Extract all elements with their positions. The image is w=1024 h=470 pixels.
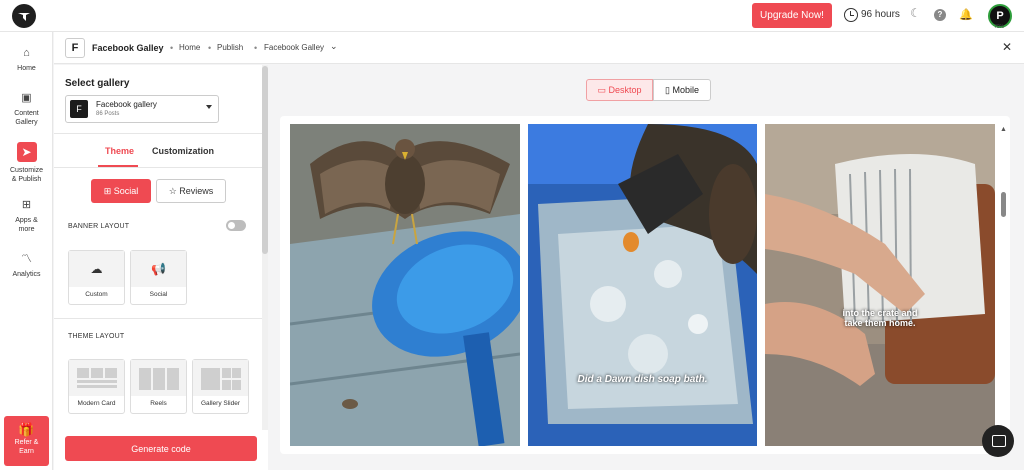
gallery-select[interactable]: F Facebook gallery 86 Posts — [65, 95, 219, 123]
nav-item-analytics[interactable]: 〽 Analytics — [0, 252, 53, 279]
banner-card-label: Custom — [85, 291, 108, 298]
bell-icon[interactable]: 🔔 — [959, 8, 973, 21]
post-image[interactable]: Did a Dawn dish soap bath. — [528, 124, 757, 446]
breadcrumb: F Facebook Galley • Home • Publish • Fac… — [54, 32, 1024, 64]
gallery-slider-thumbnail — [193, 360, 248, 396]
profile-progress: 70% — [994, 24, 1005, 30]
theme-card-label: Modern Card — [77, 400, 116, 407]
theme-card-modern-card[interactable]: Modern Card — [68, 359, 125, 414]
social-button-label: Social — [113, 185, 139, 196]
megaphone-icon: 📢 — [131, 251, 186, 287]
image-icon: ▣ — [21, 92, 32, 104]
theme-card-reels[interactable]: Reels — [130, 359, 187, 414]
gallery-preview: Did a Dawn dish soap bath. into the crat… — [280, 116, 1010, 454]
device-desktop-label: Desktop — [608, 84, 642, 95]
top-bar: Upgrade Now! 96 hours ☾ ? 🔔 P 70% — [0, 0, 1024, 32]
theme-card-gallery-slider[interactable]: Gallery Slider — [192, 359, 249, 414]
post-caption: into the crate and take them home. — [842, 308, 918, 328]
home-icon: ⌂ — [23, 47, 30, 59]
reviews-button-label: Reviews — [179, 185, 214, 196]
clock-icon — [844, 8, 858, 22]
social-button[interactable]: ⊞ Social — [91, 179, 151, 203]
nav-label: Customize & Publish — [9, 167, 44, 183]
left-nav: ⌂ Home ▣ Content Gallery ➤ Customize & P… — [0, 32, 53, 470]
app-logo[interactable] — [12, 4, 36, 28]
device-mobile-label: Mobile — [672, 84, 699, 95]
chart-icon: 〽 — [21, 253, 32, 265]
nav-item-home[interactable]: ⌂ Home — [0, 46, 53, 73]
breadcrumb-current[interactable]: Facebook Galley — [264, 43, 324, 52]
chevron-down-icon[interactable]: ⌄ — [330, 41, 338, 52]
device-mobile-button[interactable]: ▯ Mobile — [653, 79, 711, 101]
select-gallery-label: Select gallery — [65, 78, 130, 89]
grid-icon: ⊞ — [21, 199, 32, 211]
banner-card-social[interactable]: 📢 Social — [130, 250, 187, 305]
desktop-icon: ▭ — [597, 84, 609, 95]
banner-card-custom[interactable]: ☁ Custom — [68, 250, 125, 305]
nav-label: Content Gallery — [14, 110, 39, 126]
close-icon[interactable]: ✕ — [1002, 40, 1012, 54]
page-title: Facebook Galley — [92, 43, 164, 53]
cloud-upload-icon: ☁ — [69, 251, 124, 287]
refer-earn-button[interactable]: 🎁 Refer & Earn — [4, 416, 49, 466]
tab-customization[interactable]: Customization — [152, 146, 214, 156]
breadcrumb-separator: • — [170, 43, 174, 53]
divider — [54, 133, 262, 134]
breadcrumb-publish[interactable]: Publish — [217, 43, 243, 52]
settings-panel: Select gallery F Facebook gallery 86 Pos… — [54, 65, 268, 470]
breadcrumb-home[interactable]: Home — [179, 43, 200, 52]
nav-item-content-gallery[interactable]: ▣ Content Gallery — [0, 91, 53, 127]
panel-scrollbar-thumb[interactable] — [262, 66, 268, 254]
post-image[interactable]: into the crate and take them home. — [765, 124, 995, 446]
gallery-select-posts: 86 Posts — [96, 111, 120, 117]
post-caption: Did a Dawn dish soap bath. — [577, 374, 708, 385]
nav-label: Analytics — [12, 271, 41, 278]
banner-layout-heading: BANNER LAYOUT — [68, 223, 130, 230]
chat-icon[interactable] — [982, 425, 1014, 457]
caret-down-icon — [206, 105, 212, 109]
upgrade-button[interactable]: Upgrade Now! — [752, 3, 832, 28]
theme-layout-heading: THEME LAYOUT — [68, 333, 125, 340]
trial-hours: 96 hours — [861, 9, 900, 20]
breadcrumb-separator: • — [254, 43, 258, 53]
scroll-up-icon[interactable]: ▲ — [1000, 126, 1007, 133]
gallery-select-name: Facebook gallery — [96, 100, 157, 109]
reviews-button[interactable]: ☆ Reviews — [156, 179, 226, 203]
device-desktop-button[interactable]: ▭ Desktop — [586, 79, 653, 101]
gallery-select-badge: F — [70, 100, 88, 118]
grid-icon: ⊞ — [103, 185, 114, 196]
send-icon: ➤ — [16, 142, 37, 162]
banner-card-label: Social — [149, 291, 168, 298]
nav-item-customize-publish[interactable]: ➤ Customize & Publish — [0, 142, 53, 184]
gift-icon: 🎁 — [18, 422, 35, 437]
gallery-badge: F — [65, 38, 85, 58]
breadcrumb-separator: • — [208, 43, 212, 53]
divider — [54, 167, 262, 168]
moon-icon[interactable]: ☾ — [910, 6, 921, 20]
generate-code-button[interactable]: Generate code — [65, 436, 257, 461]
refer-label: Refer & Earn — [14, 439, 39, 455]
theme-card-label: Reels — [150, 400, 167, 407]
divider — [54, 318, 262, 319]
help-icon[interactable]: ? — [934, 9, 946, 21]
theme-card-label: Gallery Slider — [200, 400, 240, 407]
nav-item-apps[interactable]: ⊞ Apps & more — [0, 198, 53, 234]
banner-layout-toggle[interactable] — [226, 220, 246, 231]
reels-thumbnail — [131, 360, 186, 396]
star-icon: ☆ — [168, 185, 180, 196]
post-image[interactable] — [290, 124, 520, 446]
nav-label: Home — [17, 65, 36, 72]
preview-scrollbar-thumb[interactable] — [1001, 192, 1006, 217]
tab-theme[interactable]: Theme — [105, 146, 134, 156]
modern-card-thumbnail — [69, 360, 124, 396]
nav-label: Apps & more — [15, 217, 38, 233]
